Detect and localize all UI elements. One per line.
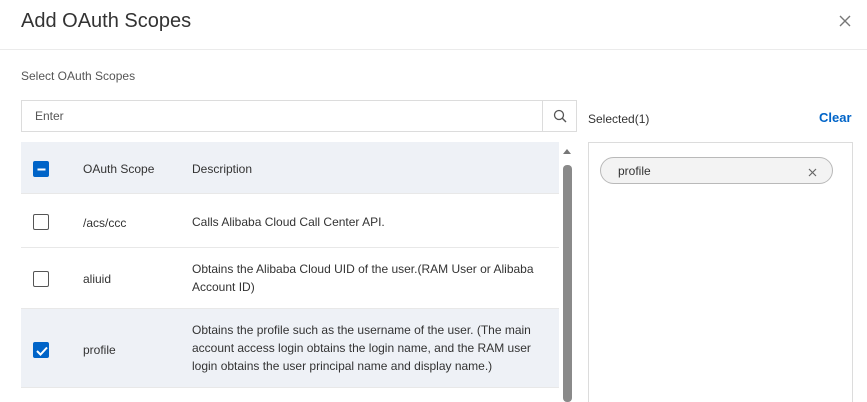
scope-name: profile bbox=[83, 343, 116, 357]
clear-button[interactable]: Clear bbox=[819, 110, 852, 125]
column-header-scope: OAuth Scope bbox=[83, 162, 155, 176]
row-checkbox[interactable] bbox=[33, 342, 49, 358]
section-label: Select OAuth Scopes bbox=[21, 69, 136, 83]
close-icon bbox=[839, 15, 851, 27]
selected-tag-label: profile bbox=[618, 164, 651, 178]
row-checkbox[interactable] bbox=[33, 214, 49, 230]
table-header-row: OAuth Scope Description bbox=[21, 142, 559, 194]
dialog-header: Add OAuth Scopes bbox=[0, 0, 867, 50]
selected-tag: profile bbox=[600, 157, 833, 184]
remove-tag-button[interactable] bbox=[807, 165, 818, 177]
table-row[interactable]: /acs/ccc Calls Alibaba Cloud Call Center… bbox=[21, 194, 559, 248]
scope-description: Calls Alibaba Cloud Call Center API. bbox=[192, 215, 385, 229]
scope-name: /acs/ccc bbox=[83, 216, 127, 230]
minus-icon bbox=[37, 168, 46, 171]
close-button[interactable] bbox=[834, 10, 856, 32]
scope-description: Obtains the Alibaba Cloud UID of the use… bbox=[192, 262, 534, 294]
dialog-title: Add OAuth Scopes bbox=[21, 10, 192, 32]
scrollbar-thumb[interactable] bbox=[563, 165, 572, 402]
row-checkbox[interactable] bbox=[33, 271, 49, 287]
selected-count-label: Selected(1) bbox=[588, 112, 650, 126]
table-row[interactable]: profile Obtains the profile such as the … bbox=[21, 309, 559, 388]
table-row[interactable]: aliuid Obtains the Alibaba Cloud UID of … bbox=[21, 248, 559, 309]
check-icon bbox=[36, 346, 48, 356]
select-all-checkbox[interactable] bbox=[33, 161, 49, 177]
scope-name: aliuid bbox=[83, 272, 112, 286]
search-input[interactable] bbox=[22, 101, 542, 131]
scope-table: OAuth Scope Description /acs/ccc Calls A… bbox=[21, 142, 559, 402]
scroll-up-arrow-icon[interactable] bbox=[563, 149, 571, 154]
search-icon bbox=[553, 109, 567, 123]
scope-description: Obtains the profile such as the username… bbox=[192, 323, 531, 373]
close-icon bbox=[808, 168, 817, 177]
search-box bbox=[21, 100, 577, 132]
column-header-description: Description bbox=[192, 162, 253, 176]
selected-panel: profile bbox=[588, 142, 853, 402]
search-button[interactable] bbox=[542, 101, 576, 131]
